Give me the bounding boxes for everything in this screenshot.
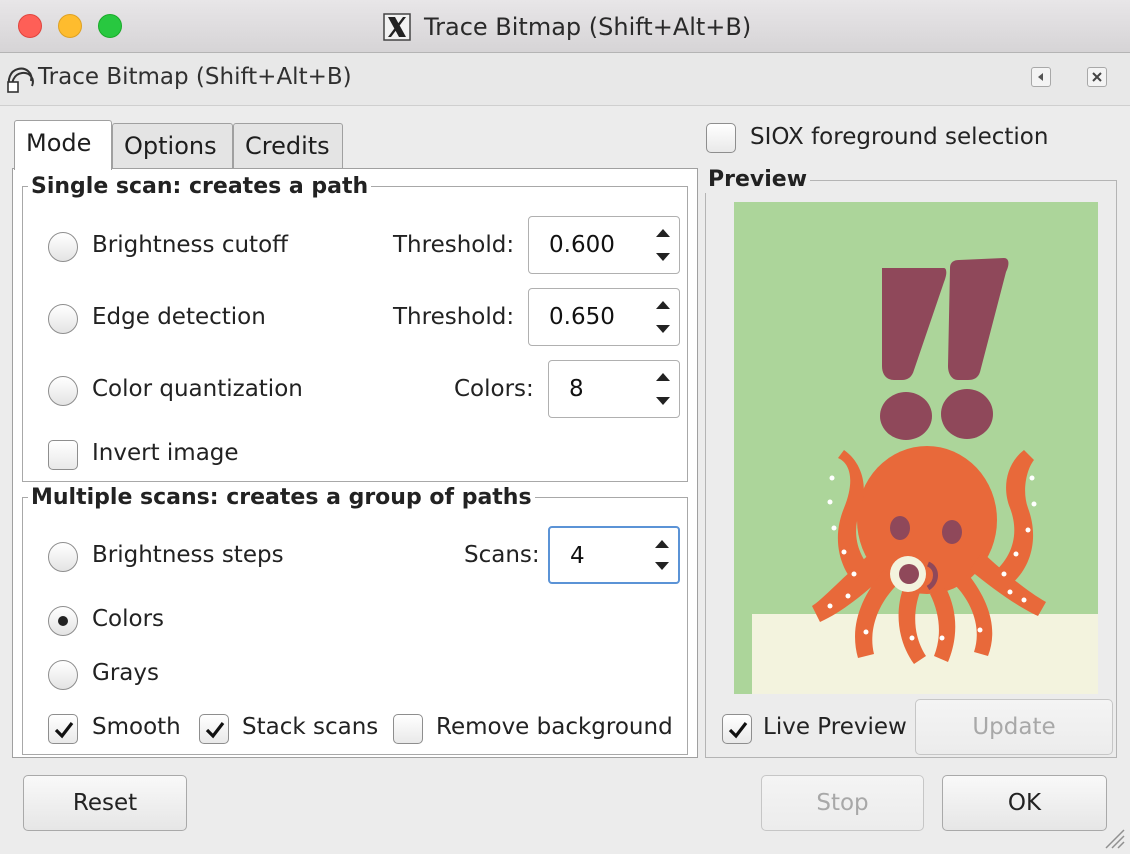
colors-count-spinner[interactable]: 8 (548, 360, 680, 418)
spin-up-icon[interactable] (656, 229, 670, 237)
tab-options[interactable]: Options (112, 123, 233, 169)
multiple-scans-legend: Multiple scans: creates a group of paths (28, 485, 535, 511)
tab-mode[interactable]: Mode (14, 120, 112, 170)
invert-image-label: Invert image (92, 440, 239, 466)
color-quantization-label: Color quantization (92, 376, 303, 402)
trace-bitmap-icon (7, 67, 34, 93)
smooth-label: Smooth (92, 714, 181, 740)
brightness-cutoff-label: Brightness cutoff (92, 232, 288, 258)
spin-down-icon[interactable] (656, 253, 670, 261)
colors-label: Colors (92, 606, 165, 632)
colors-radio[interactable] (48, 606, 78, 636)
edge-threshold-value: 0.650 (549, 304, 615, 330)
colors-count-value: 8 (569, 376, 584, 402)
scans-spinner[interactable]: 4 (548, 526, 680, 584)
radio-selected-dot (58, 616, 68, 626)
update-button[interactable]: Update (915, 699, 1113, 755)
stack-scans-label: Stack scans (242, 714, 379, 740)
spin-up-icon[interactable] (656, 301, 670, 309)
colors-count-label: Colors: (454, 376, 534, 402)
brightness-threshold-spinner[interactable]: 0.600 (528, 216, 680, 274)
remove-background-checkbox[interactable] (393, 714, 423, 744)
zoom-window-button[interactable] (98, 14, 122, 38)
x11-icon (383, 13, 411, 41)
live-preview-checkbox[interactable] (722, 714, 752, 744)
dock-title: Trace Bitmap (Shift+Alt+B) (38, 64, 352, 90)
tab-credits[interactable]: Credits (233, 123, 343, 169)
edge-threshold-label: Threshold: (393, 304, 515, 330)
grays-label: Grays (92, 660, 159, 686)
color-quantization-radio[interactable] (48, 376, 78, 406)
scans-value: 4 (570, 543, 585, 569)
checkmark-icon (205, 722, 225, 739)
brightness-cutoff-radio[interactable] (48, 232, 78, 262)
live-preview-label: Live Preview (763, 714, 907, 740)
window-title: Trace Bitmap (Shift+Alt+B) (424, 13, 752, 41)
spin-up-icon[interactable] (655, 540, 669, 548)
close-window-button[interactable] (18, 14, 42, 38)
ok-button[interactable]: OK (942, 775, 1107, 831)
edge-threshold-spinner[interactable]: 0.650 (528, 288, 680, 346)
trace-preview-image (734, 202, 1098, 694)
brightness-threshold-label: Threshold: (393, 232, 515, 258)
siox-label: SIOX foreground selection (750, 124, 1049, 150)
scans-label: Scans: (464, 542, 540, 568)
grays-radio[interactable] (48, 660, 78, 690)
brightness-threshold-value: 0.600 (549, 232, 615, 258)
checkmark-icon (728, 722, 748, 739)
stop-button[interactable]: Stop (761, 775, 924, 831)
stack-scans-checkbox[interactable] (199, 714, 229, 744)
brightness-steps-label: Brightness steps (92, 542, 284, 568)
smooth-checkbox[interactable] (48, 714, 78, 744)
spin-down-icon[interactable] (655, 562, 669, 570)
close-icon[interactable] (1087, 67, 1107, 87)
resize-grip-icon[interactable] (1100, 824, 1126, 850)
spin-down-icon[interactable] (656, 397, 670, 405)
reset-button[interactable]: Reset (23, 775, 187, 831)
spin-down-icon[interactable] (656, 325, 670, 333)
checkmark-icon (54, 722, 74, 739)
single-scan-legend: Single scan: creates a path (28, 174, 372, 200)
collapse-icon[interactable] (1031, 67, 1051, 87)
edge-detection-radio[interactable] (48, 304, 78, 334)
brightness-steps-radio[interactable] (48, 542, 78, 572)
minimize-window-button[interactable] (58, 14, 82, 38)
invert-image-checkbox[interactable] (48, 440, 78, 470)
preview-legend: Preview (705, 167, 811, 193)
remove-background-label: Remove background (436, 714, 673, 740)
spin-up-icon[interactable] (656, 373, 670, 381)
edge-detection-label: Edge detection (92, 304, 266, 330)
siox-checkbox[interactable] (706, 123, 736, 153)
